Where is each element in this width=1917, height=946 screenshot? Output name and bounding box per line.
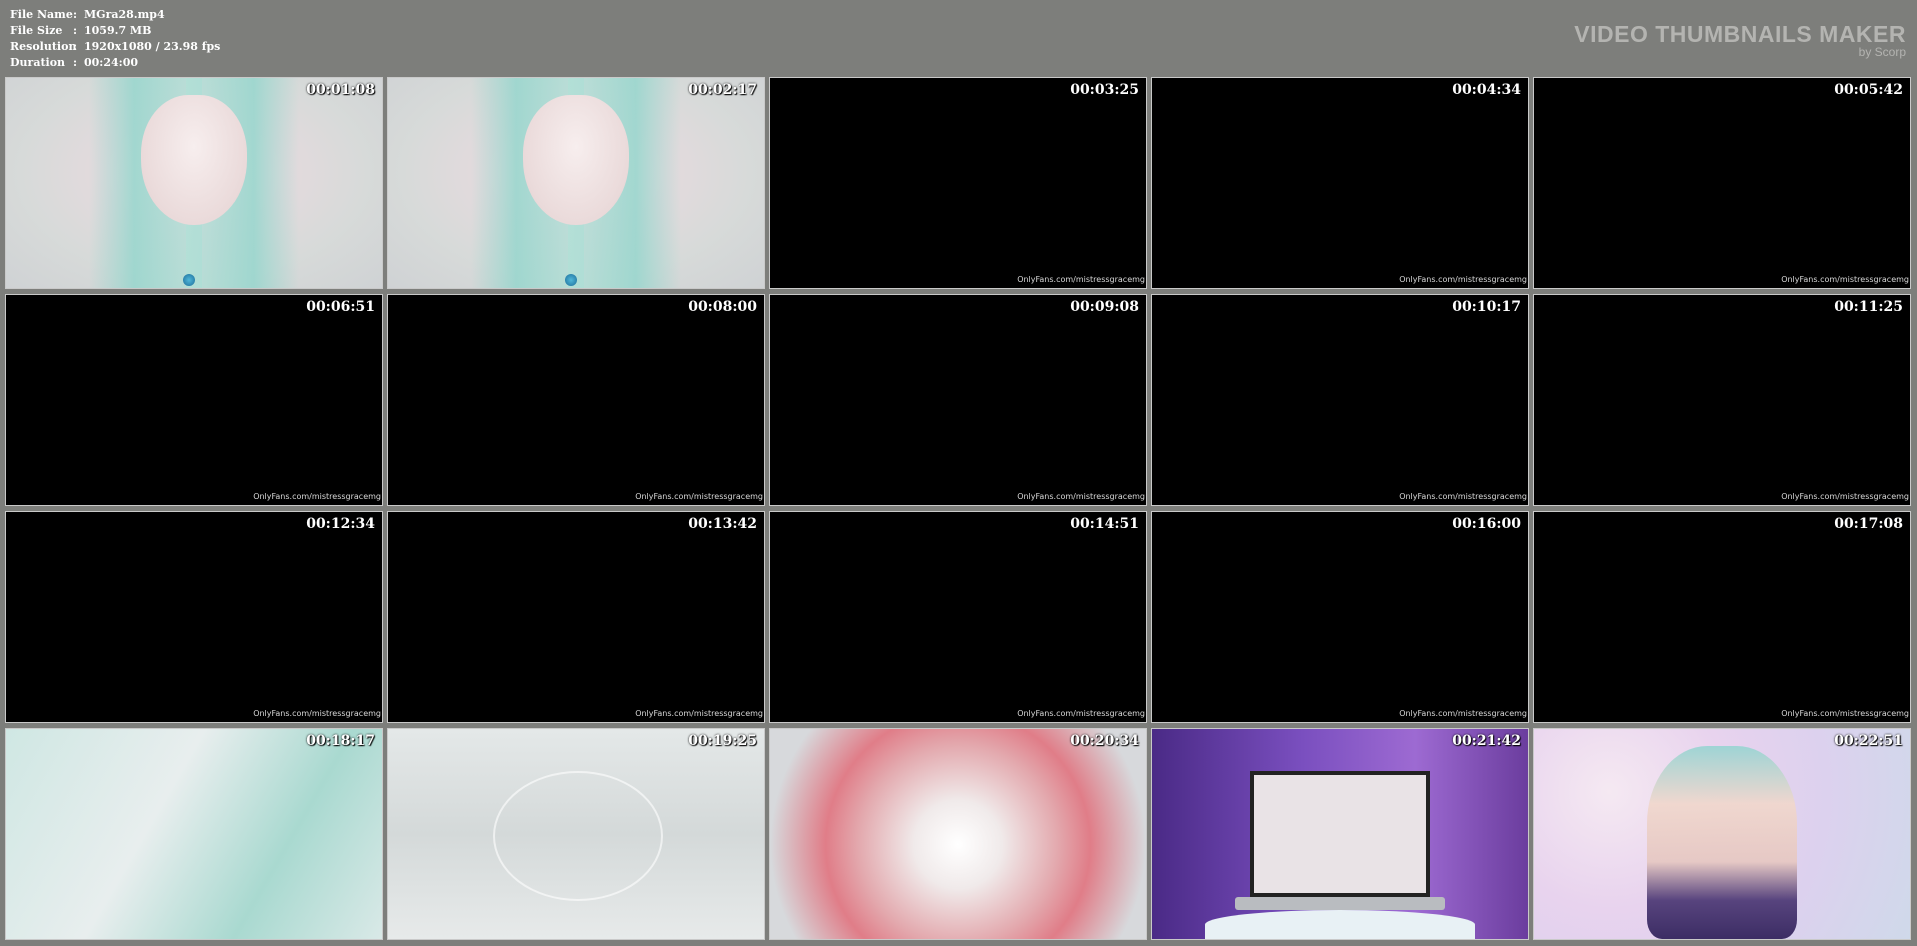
face-shape xyxy=(141,94,247,225)
watermark: OnlyFans.com/mistressgracemg xyxy=(253,709,381,718)
watermark: OnlyFans.com/mistressgracemg xyxy=(1017,275,1145,284)
timestamp: 00:10:17 xyxy=(1452,299,1521,315)
timestamp: 00:09:08 xyxy=(1070,299,1139,315)
file-name-label: File Name xyxy=(10,8,73,21)
timestamp: 00:02:17 xyxy=(688,82,757,98)
timestamp: 00:08:00 xyxy=(688,299,757,315)
logo-subtitle: by Scorp xyxy=(1858,45,1906,59)
video-thumbnail[interactable]: 00:13:42 OnlyFans.com/mistressgracemg xyxy=(387,511,765,723)
timestamp: 00:12:34 xyxy=(306,516,375,532)
laptop-base xyxy=(1234,897,1446,910)
app-logo: VIDEO THUMBNAILS MAKER by Scorp xyxy=(1574,22,1906,58)
duration-row: Duration : 00:24:00 xyxy=(10,55,220,71)
resolution-value: 1920x1080 / 23.98 fps xyxy=(84,40,221,53)
timestamp: 00:18:17 xyxy=(306,733,375,749)
resolution-row: Resolution : 1920x1080 / 23.98 fps xyxy=(10,39,220,55)
timestamp: 00:22:51 xyxy=(1834,733,1903,749)
timestamp: 00:20:34 xyxy=(1070,733,1139,749)
file-info: File Name : MGra28.mp4 File Size : 1059.… xyxy=(10,7,220,71)
duration-value: 00:24:00 xyxy=(84,56,139,69)
face-shape xyxy=(523,94,629,225)
video-thumbnail[interactable]: 00:05:42 OnlyFans.com/mistressgracemg xyxy=(1533,77,1911,289)
video-thumbnail[interactable]: 00:19:25 xyxy=(387,728,765,940)
pendant-icon xyxy=(564,274,577,286)
watermark: OnlyFans.com/mistressgracemg xyxy=(1781,275,1909,284)
video-thumbnail[interactable]: 00:20:34 xyxy=(769,728,1147,940)
file-size-row: File Size : 1059.7 MB xyxy=(10,23,220,39)
video-thumbnail[interactable]: 00:04:34 OnlyFans.com/mistressgracemg xyxy=(1151,77,1529,289)
logo-title: VIDEO THUMBNAILS MAKER xyxy=(1574,21,1906,47)
watermark: OnlyFans.com/mistressgracemg xyxy=(1399,709,1527,718)
file-name-row: File Name : MGra28.mp4 xyxy=(10,7,220,23)
timestamp: 00:06:51 xyxy=(306,299,375,315)
resolution-label: Resolution xyxy=(10,40,77,53)
watermark: OnlyFans.com/mistressgracemg xyxy=(1017,492,1145,501)
timestamp: 00:04:34 xyxy=(1452,82,1521,98)
file-size-label: File Size xyxy=(10,24,63,37)
file-size-value: 1059.7 MB xyxy=(84,24,152,37)
timestamp: 00:11:25 xyxy=(1834,299,1903,315)
watermark: OnlyFans.com/mistressgracemg xyxy=(1399,492,1527,501)
video-thumbnail[interactable]: 00:17:08 OnlyFans.com/mistressgracemg xyxy=(1533,511,1911,723)
timestamp: 00:01:08 xyxy=(306,82,375,98)
video-thumbnail[interactable]: 00:10:17 OnlyFans.com/mistressgracemg xyxy=(1151,294,1529,506)
laptop-icon xyxy=(1249,771,1431,897)
file-name-value: MGra28.mp4 xyxy=(84,8,165,21)
video-thumbnail[interactable]: 00:22:51 xyxy=(1533,728,1911,940)
separator: : xyxy=(73,24,78,37)
pendant-icon xyxy=(182,274,195,286)
watermark: OnlyFans.com/mistressgracemg xyxy=(253,492,381,501)
video-thumbnail[interactable]: 00:21:42 xyxy=(1151,728,1529,940)
video-thumbnail[interactable]: 00:16:00 OnlyFans.com/mistressgracemg xyxy=(1151,511,1529,723)
timestamp: 00:05:42 xyxy=(1834,82,1903,98)
timestamp: 00:14:51 xyxy=(1070,516,1139,532)
person-figure xyxy=(1646,745,1798,939)
video-thumbnail[interactable]: 00:02:17 xyxy=(387,77,765,289)
watermark: OnlyFans.com/mistressgracemg xyxy=(1781,709,1909,718)
separator: : xyxy=(73,40,78,53)
timestamp: 00:17:08 xyxy=(1834,516,1903,532)
video-thumbnail[interactable]: 00:01:08 xyxy=(5,77,383,289)
video-thumbnail[interactable]: 00:12:34 OnlyFans.com/mistressgracemg xyxy=(5,511,383,723)
table-shape xyxy=(1204,909,1476,939)
duration-label: Duration xyxy=(10,56,66,69)
timestamp: 00:13:42 xyxy=(688,516,757,532)
thumbnail-grid: 00:01:08 00:02:17 00:03:25 OnlyFans.com/mis… xyxy=(5,77,1911,940)
watermark: OnlyFans.com/mistressgracemg xyxy=(1017,709,1145,718)
timestamp: 00:19:25 xyxy=(688,733,757,749)
timestamp: 00:03:25 xyxy=(1070,82,1139,98)
video-thumbnail[interactable]: 00:08:00 OnlyFans.com/mistressgracemg xyxy=(387,294,765,506)
separator: : xyxy=(73,56,78,69)
video-thumbnail[interactable]: 00:11:25 OnlyFans.com/mistressgracemg xyxy=(1533,294,1911,506)
timestamp: 00:21:42 xyxy=(1452,733,1521,749)
separator: : xyxy=(73,8,78,21)
video-thumbnail[interactable]: 00:18:17 xyxy=(5,728,383,940)
video-thumbnail[interactable]: 00:14:51 OnlyFans.com/mistressgracemg xyxy=(769,511,1147,723)
video-thumbnail[interactable]: 00:09:08 OnlyFans.com/mistressgracemg xyxy=(769,294,1147,506)
video-thumbnail[interactable]: 00:06:51 OnlyFans.com/mistressgracemg xyxy=(5,294,383,506)
watermark: OnlyFans.com/mistressgracemg xyxy=(1781,492,1909,501)
circle-overlay xyxy=(493,771,663,901)
watermark: OnlyFans.com/mistressgracemg xyxy=(635,709,763,718)
timestamp: 00:16:00 xyxy=(1452,516,1521,532)
watermark: OnlyFans.com/mistressgracemg xyxy=(635,492,763,501)
watermark: OnlyFans.com/mistressgracemg xyxy=(1399,275,1527,284)
video-thumbnail[interactable]: 00:03:25 OnlyFans.com/mistressgracemg xyxy=(769,77,1147,289)
